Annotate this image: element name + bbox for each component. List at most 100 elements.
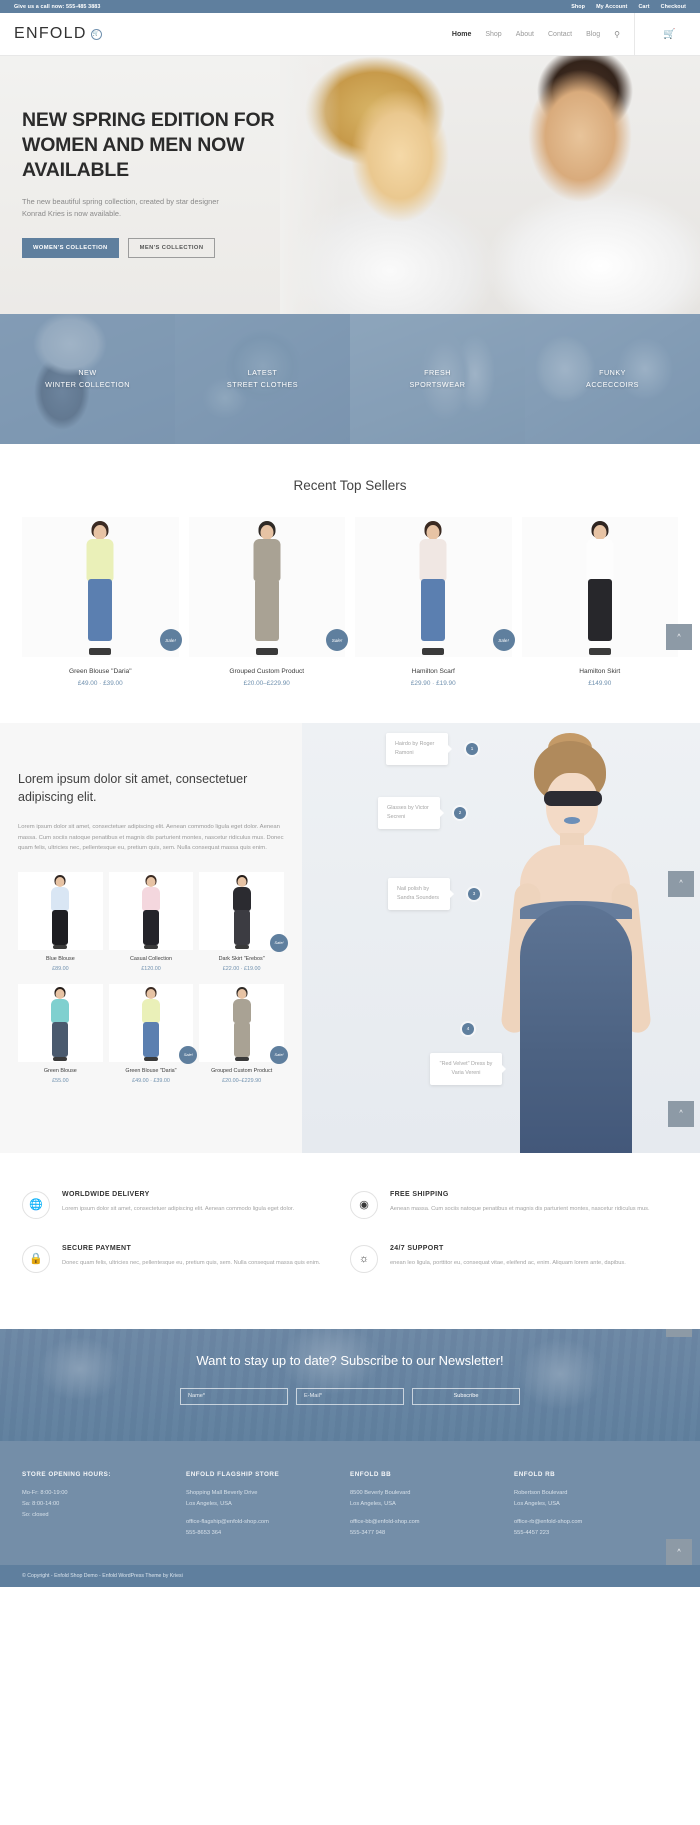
newsletter-heading: Want to stay up to date? Subscribe to ou… [196, 1352, 504, 1368]
feature-title: WORLDWIDE DELIVERY [62, 1190, 150, 1198]
product-card[interactable]: Hamilton Skirt £149.90 [521, 517, 678, 687]
sale-badge: Sale! [492, 629, 515, 651]
footer-column-title: STORE OPENING HOURS: [22, 1470, 111, 1478]
topbar-link-shop[interactable]: Shop [571, 4, 585, 10]
product-card[interactable]: Sale! Green Blouse "Daria" £49.00 · £39.… [22, 517, 182, 687]
product-card[interactable]: Green Blouse £55.00 [18, 983, 103, 1084]
product-price: £20.00–£229.90 [243, 679, 290, 687]
mens-collection-button[interactable]: MEN'S COLLECTION [127, 238, 216, 259]
footer-line: Robertson Boulevard [514, 1489, 568, 1496]
product-card[interactable]: Sale! Hamilton Scarf £29.90 · £19.90 [355, 517, 515, 687]
phone-text: Give us a call now: 555-485 3883 [14, 3, 101, 10]
product-card[interactable]: Sale! Green Blouse "Daria" £49.00 · £39.… [108, 983, 198, 1084]
scroll-to-top-button[interactable]: ^ [666, 1328, 692, 1337]
search-icon[interactable]: ⚲ [614, 30, 620, 39]
footer-column-title: ENFOLD RB [514, 1470, 556, 1478]
hotspot-dot-4[interactable]: 4 [462, 1022, 474, 1035]
newsletter-subscribe-button[interactable]: Subscribe [412, 1387, 520, 1405]
product-card[interactable]: Sale! Dark Skirt "Erebos" £22.00 · £19.0… [199, 871, 288, 972]
footer-phone: 555-8653 364 [186, 1530, 222, 1537]
hotspot-dot-2[interactable]: 2 [454, 806, 466, 819]
product-name: Green Blouse [43, 1067, 77, 1074]
product-name: Hamilton Skirt [579, 668, 621, 675]
product-card[interactable]: Casual Collection £120.00 [108, 871, 194, 972]
model-image [472, 732, 682, 1153]
sale-badge: Sale! [159, 629, 182, 651]
product-name: Dark Skirt "Erebos" [218, 955, 265, 962]
newsletter-email-input[interactable] [296, 1387, 404, 1405]
product-card[interactable]: Blue Blouse £89.00 [18, 871, 103, 972]
lock-icon: 🔒 [22, 1244, 50, 1273]
product-image [18, 871, 103, 950]
scroll-to-top-button[interactable]: ^ [666, 624, 692, 650]
category-funky-acceccoirs[interactable]: FUNKY ACCECCOIRS [525, 314, 700, 444]
nav-item-about[interactable]: About [516, 31, 534, 38]
sale-badge: Sale! [326, 629, 348, 651]
category-line1: FUNKY [599, 368, 626, 378]
category-latest-street-clothes[interactable]: LATEST STREET CLOTHES [175, 314, 350, 444]
shopping-cart-icon: 🛒 [663, 28, 676, 40]
category-fresh-sportswear[interactable]: FRESH SPORTSWEAR [350, 314, 525, 444]
copyright-text: © Copyright - Enfold Shop Demo - Enfold … [22, 1573, 183, 1580]
hero-heading: NEW SPRING EDITION FOR WOMEN AND MEN NOW… [22, 109, 275, 181]
footer-line: Mo-Fr: 8:00-19:00 [22, 1489, 68, 1496]
category-line2: WINTER COLLECTION [45, 380, 130, 389]
topbar-link-cart[interactable]: Cart [638, 4, 649, 10]
footer-line: Shopping Mall Beverly Drive [186, 1489, 258, 1496]
features-section: 🌐 WORLDWIDE DELIVERY Lorem ipsum dolor s… [0, 1153, 700, 1329]
product-image [18, 983, 103, 1062]
product-name: Hamilton Scarf [411, 668, 455, 675]
topbar-link-checkout[interactable]: Checkout [661, 4, 686, 10]
hotspot-tooltip-4: "Red Velvet" Dress by Varia Vereni [430, 1052, 506, 1086]
newsletter-name-input[interactable] [180, 1387, 288, 1405]
split-body-text: Lorem ipsum dolor sit amet, consectetuer… [18, 824, 284, 852]
sale-badge: Sale! [269, 1045, 288, 1064]
footer-email[interactable]: office-bb@enfold-shop.com [350, 1517, 498, 1528]
scroll-to-top-button[interactable]: ^ [668, 870, 694, 897]
product-card[interactable]: Sale! Grouped Custom Product £20.00–£229… [188, 517, 348, 687]
site-header: ENFOLD 🛒 Home Shop About Contact Blog ⚲ … [0, 12, 700, 56]
hotspot-image-panel: Hairdo by Roger Ramoni 1 Glasses by Vict… [302, 722, 700, 1153]
category-new-winter-collection[interactable]: NEW WINTER COLLECTION [0, 314, 175, 444]
copyright-bar: © Copyright - Enfold Shop Demo - Enfold … [0, 1539, 700, 1588]
footer-email[interactable]: office-flagship@enfold-shop.com [186, 1517, 334, 1528]
product-image [108, 871, 194, 950]
hotspot-dot-1[interactable]: 1 [466, 742, 478, 755]
category-line1: NEW [78, 368, 97, 378]
category-line1: LATEST [247, 368, 278, 378]
product-price: £120.00 [141, 965, 161, 972]
footer-line: Los Angeles, USA [514, 1501, 560, 1507]
cart-button[interactable]: 🛒 [634, 12, 686, 56]
product-price: £55.00 [52, 1077, 69, 1084]
feature-free-shipping: ◉ FREE SHIPPING Aenean massa. Cum sociis… [350, 1190, 678, 1219]
feature-secure-payment: 🔒 SECURE PAYMENT Donec quam felis, ultri… [22, 1244, 350, 1273]
product-name: Grouped Custom Product [229, 668, 305, 675]
hotspot-dot-3[interactable]: 3 [468, 887, 480, 900]
nav-item-blog[interactable]: Blog [586, 31, 600, 38]
newsletter-section: ^ Want to stay up to date? Subscribe to … [0, 1328, 700, 1441]
product-card[interactable]: Sale! Grouped Custom Product £20.00–£229… [199, 983, 288, 1084]
mini-product-grid: Blue Blouse £89.00 Casual Collection £12… [18, 871, 288, 1090]
product-price: £20.00–£229.90 [222, 1077, 262, 1084]
footer-email[interactable]: office-rb@enfold-shop.com [514, 1517, 662, 1528]
top-bar: Give us a call now: 555-485 3883 Shop My… [0, 0, 700, 13]
chevron-up-icon: ^ [679, 1110, 683, 1118]
footer-line: Los Angeles, USA [350, 1501, 396, 1507]
scroll-to-top-button[interactable]: ^ [666, 1539, 692, 1566]
footer-phone: 555-4457 223 [514, 1530, 550, 1537]
nav-item-shop[interactable]: Shop [485, 31, 501, 38]
hotspot-tooltip-3: Nail polish by Sandra Sounders [388, 877, 454, 911]
product-image [521, 517, 678, 657]
footer-column-title: ENFOLD FLAGSHIP STORE [186, 1470, 280, 1478]
logo[interactable]: ENFOLD 🛒 [14, 25, 102, 43]
nav-item-home[interactable]: Home [452, 31, 471, 38]
topbar-link-my-account[interactable]: My Account [596, 4, 627, 10]
nav-item-contact[interactable]: Contact [548, 31, 572, 38]
hotspot-tooltip-1: Hairdo by Roger Ramoni [386, 732, 452, 766]
womens-collection-button[interactable]: WOMEN'S COLLECTION [22, 238, 119, 259]
logo-text: ENFOLD [14, 25, 87, 42]
scroll-to-top-button[interactable]: ^ [668, 1100, 694, 1127]
category-strip: NEW WINTER COLLECTION LATEST STREET CLOT… [0, 314, 700, 444]
chevron-up-icon: ^ [677, 1548, 681, 1556]
product-name: Grouped Custom Product [211, 1067, 273, 1074]
